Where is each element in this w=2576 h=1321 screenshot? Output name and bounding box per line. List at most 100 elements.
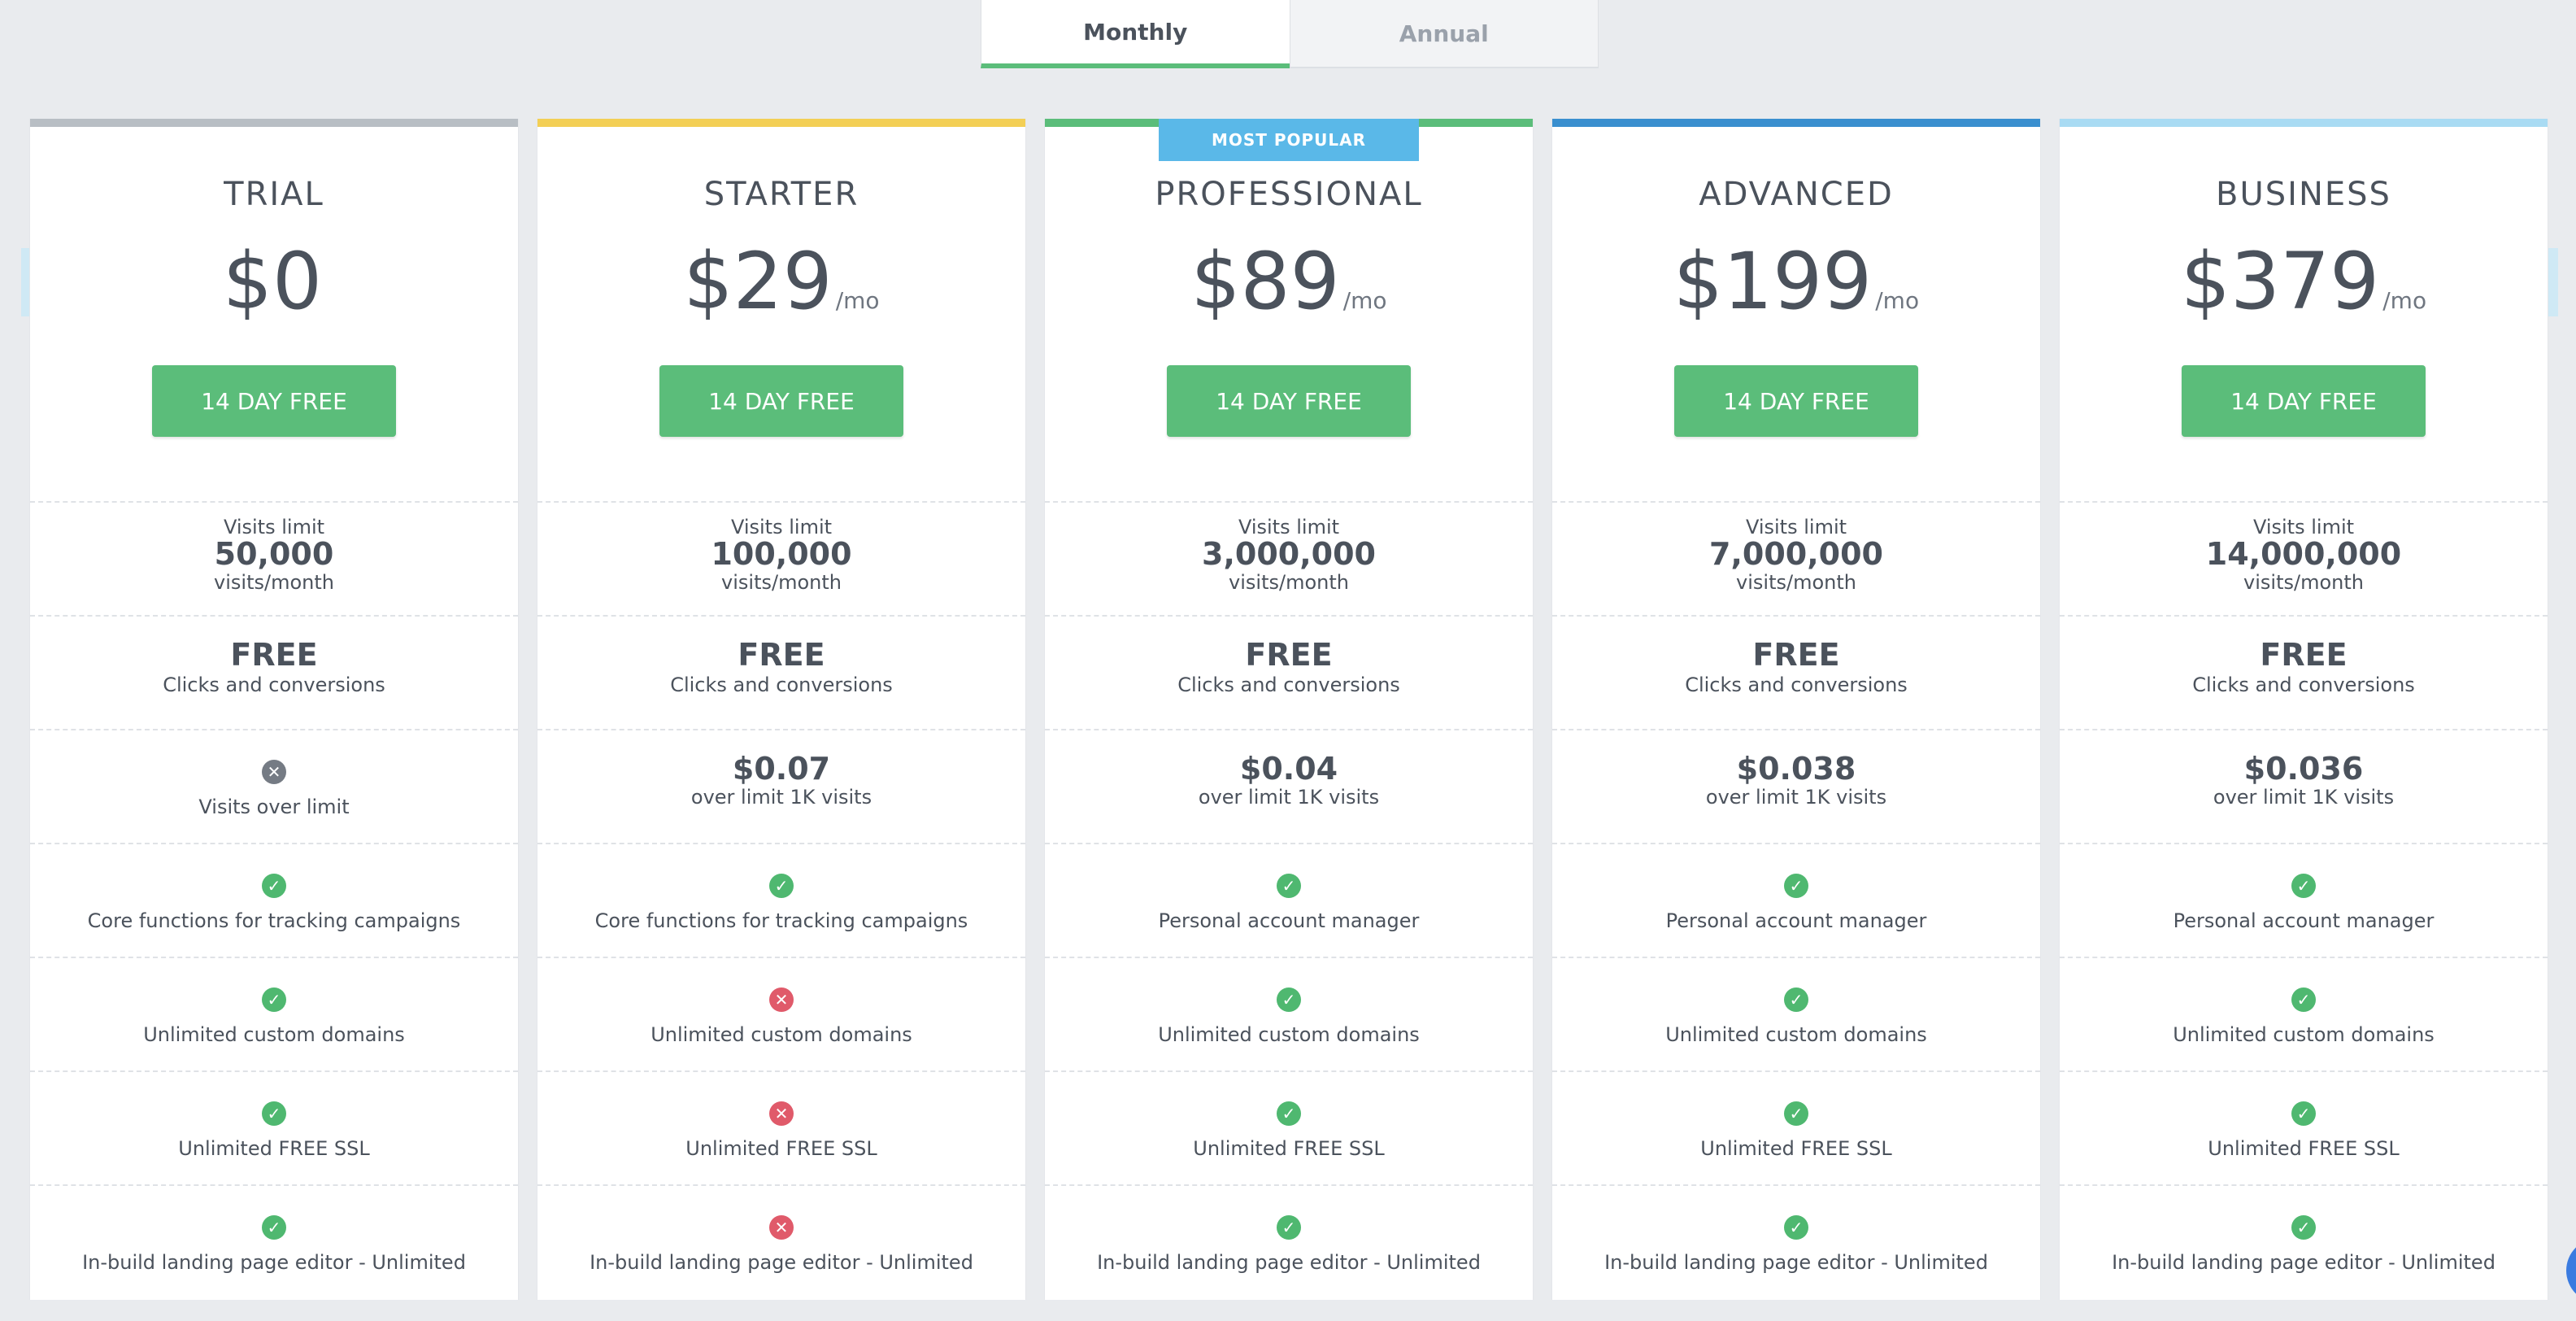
visits-limit-unit: visits/month — [1229, 571, 1349, 594]
clicks-value: FREE — [1752, 637, 1840, 673]
plan-color-bar — [537, 119, 1025, 127]
plan-card: STARTER $29/mo 14 DAY FREE Visits limit 100,… — [537, 119, 1026, 1300]
check-circle-icon: ✓ — [769, 874, 794, 898]
feature-label: In-build landing page editor - Unlimited — [1604, 1251, 1988, 1274]
check-circle-icon: ✓ — [2291, 874, 2316, 898]
price-period: /mo — [1342, 287, 1387, 314]
over-limit-label: Visits over limit — [198, 796, 350, 818]
check-circle-icon: ✓ — [2291, 987, 2316, 1012]
feature-label: Unlimited FREE SSL — [2208, 1137, 2400, 1160]
visits-limit-label: Visits limit — [1238, 516, 1340, 538]
clicks-value: FREE — [738, 637, 825, 673]
feature-label: Unlimited custom domains — [2173, 1023, 2435, 1046]
billing-period-tabs: Monthly Annual — [981, 0, 1599, 68]
plan-price: $0 — [30, 241, 518, 322]
over-limit-label: over limit 1K visits — [1198, 786, 1380, 809]
plan-color-bar — [1552, 119, 2040, 127]
feature-row: ✓ In-build landing page editor - Unlimite… — [30, 1184, 518, 1298]
clicks-row: FREE Clicks and conversions — [1045, 615, 1533, 729]
over-limit-row: $0.07 over limit 1K visits — [537, 729, 1025, 843]
price-amount: $379 — [2180, 236, 2380, 327]
price-amount: $29 — [683, 236, 833, 327]
price-amount: $0 — [222, 236, 323, 327]
chat-widget-button[interactable] — [2566, 1238, 2576, 1303]
visits-limit-row: Visits limit 100,000 visits/month — [537, 501, 1025, 615]
price-period: /mo — [835, 287, 880, 314]
start-free-trial-button[interactable]: 14 DAY FREE — [2182, 365, 2426, 437]
feature-label: In-build landing page editor - Unlimited — [2112, 1251, 2496, 1274]
over-limit-label: over limit 1K visits — [1705, 786, 1887, 809]
check-circle-icon: ✓ — [1277, 874, 1301, 898]
cross-circle-icon: ✕ — [769, 1215, 794, 1240]
plan-color-bar — [2060, 119, 2548, 127]
check-circle-icon: ✓ — [2291, 1101, 2316, 1126]
feature-row: ✓ Unlimited custom domains — [1045, 957, 1533, 1070]
start-free-trial-button[interactable]: 14 DAY FREE — [152, 365, 396, 437]
feature-row: ✓ Unlimited custom domains — [2060, 957, 2548, 1070]
clicks-row: FREE Clicks and conversions — [1552, 615, 2040, 729]
clicks-value: FREE — [230, 637, 318, 673]
feature-label: In-build landing page editor - Unlimited — [82, 1251, 466, 1274]
over-limit-row: ✕ Visits over limit — [30, 729, 518, 843]
tab-monthly[interactable]: Monthly — [981, 0, 1290, 68]
check-circle-icon: ✓ — [1784, 1215, 1808, 1240]
feature-row: ✓ Unlimited FREE SSL — [2060, 1070, 2548, 1184]
start-free-trial-button[interactable]: 14 DAY FREE — [1674, 365, 1918, 437]
check-circle-icon: ✓ — [262, 1215, 286, 1240]
check-circle-icon: ✓ — [262, 874, 286, 898]
plan-name: ADVANCED — [1699, 176, 1894, 213]
visits-limit-label: Visits limit — [223, 516, 325, 538]
feature-row: ✕ Unlimited FREE SSL — [537, 1070, 1025, 1184]
over-limit-label: over limit 1K visits — [2213, 786, 2395, 809]
feature-label: Unlimited FREE SSL — [1700, 1137, 1892, 1160]
over-limit-row: $0.038 over limit 1K visits — [1552, 729, 2040, 843]
visits-limit-unit: visits/month — [721, 571, 842, 594]
clicks-row: FREE Clicks and conversions — [2060, 615, 2548, 729]
clicks-row: FREE Clicks and conversions — [537, 615, 1025, 729]
feature-label: Personal account manager — [2173, 909, 2435, 932]
feature-row: ✓ Core functions for tracking campaigns — [30, 843, 518, 957]
feature-label: Core functions for tracking campaigns — [594, 909, 968, 932]
visits-limit-row: Visits limit 50,000 visits/month — [30, 501, 518, 615]
clicks-label: Clicks and conversions — [1177, 674, 1400, 696]
feature-label: In-build landing page editor - Unlimited — [590, 1251, 973, 1274]
visits-limit-value: 3,000,000 — [1202, 536, 1376, 572]
clicks-value: FREE — [2260, 637, 2348, 673]
plan-card: MOST POPULAR PROFESSIONAL $89/mo 14 DAY FRE… — [1044, 119, 1534, 1300]
feature-label: Unlimited FREE SSL — [1193, 1137, 1385, 1160]
check-circle-icon: ✓ — [262, 987, 286, 1012]
plan-price: $29/mo — [537, 241, 1025, 322]
feature-label: Unlimited custom domains — [651, 1023, 912, 1046]
visits-limit-row: Visits limit 7,000,000 visits/month — [1552, 501, 2040, 615]
check-circle-icon: ✓ — [262, 1101, 286, 1126]
check-circle-icon: ✓ — [1277, 1215, 1301, 1240]
feature-row: ✕ In-build landing page editor - Unlimite… — [537, 1184, 1025, 1298]
feature-label: Unlimited custom domains — [1158, 1023, 1420, 1046]
plan-card: BUSINESS $379/mo 14 DAY FREE Visits limit 14… — [2059, 119, 2548, 1300]
tab-annual[interactable]: Annual — [1289, 0, 1599, 68]
plan-price: $89/mo — [1045, 241, 1533, 322]
over-limit-price: $0.038 — [1736, 751, 1856, 787]
clicks-label: Clicks and conversions — [163, 674, 385, 696]
visits-limit-value: 14,000,000 — [2205, 536, 2402, 572]
feature-row: ✓ In-build landing page editor - Unlimite… — [2060, 1184, 2548, 1298]
feature-row: ✓ Personal account manager — [2060, 843, 2548, 957]
feature-row: ✓ In-build landing page editor - Unlimite… — [1552, 1184, 2040, 1298]
most-popular-badge: MOST POPULAR — [1159, 119, 1419, 161]
check-circle-icon: ✓ — [1277, 1101, 1301, 1126]
start-free-trial-button[interactable]: 14 DAY FREE — [659, 365, 903, 437]
check-circle-icon: ✓ — [1784, 987, 1808, 1012]
cross-circle-icon: ✕ — [769, 987, 794, 1012]
feature-row: ✓ Core functions for tracking campaigns — [537, 843, 1025, 957]
clicks-row: FREE Clicks and conversions — [30, 615, 518, 729]
cross-circle-icon: ✕ — [769, 1101, 794, 1126]
feature-label: Personal account manager — [1665, 909, 1927, 932]
plan-name: TRIAL — [224, 176, 324, 213]
price-amount: $199 — [1673, 236, 1873, 327]
clicks-label: Clicks and conversions — [1685, 674, 1908, 696]
visits-limit-value: 50,000 — [214, 536, 334, 572]
start-free-trial-button[interactable]: 14 DAY FREE — [1167, 365, 1411, 437]
check-circle-icon: ✓ — [1784, 874, 1808, 898]
feature-row: ✓ Unlimited FREE SSL — [1552, 1070, 2040, 1184]
feature-label: Personal account manager — [1158, 909, 1420, 932]
